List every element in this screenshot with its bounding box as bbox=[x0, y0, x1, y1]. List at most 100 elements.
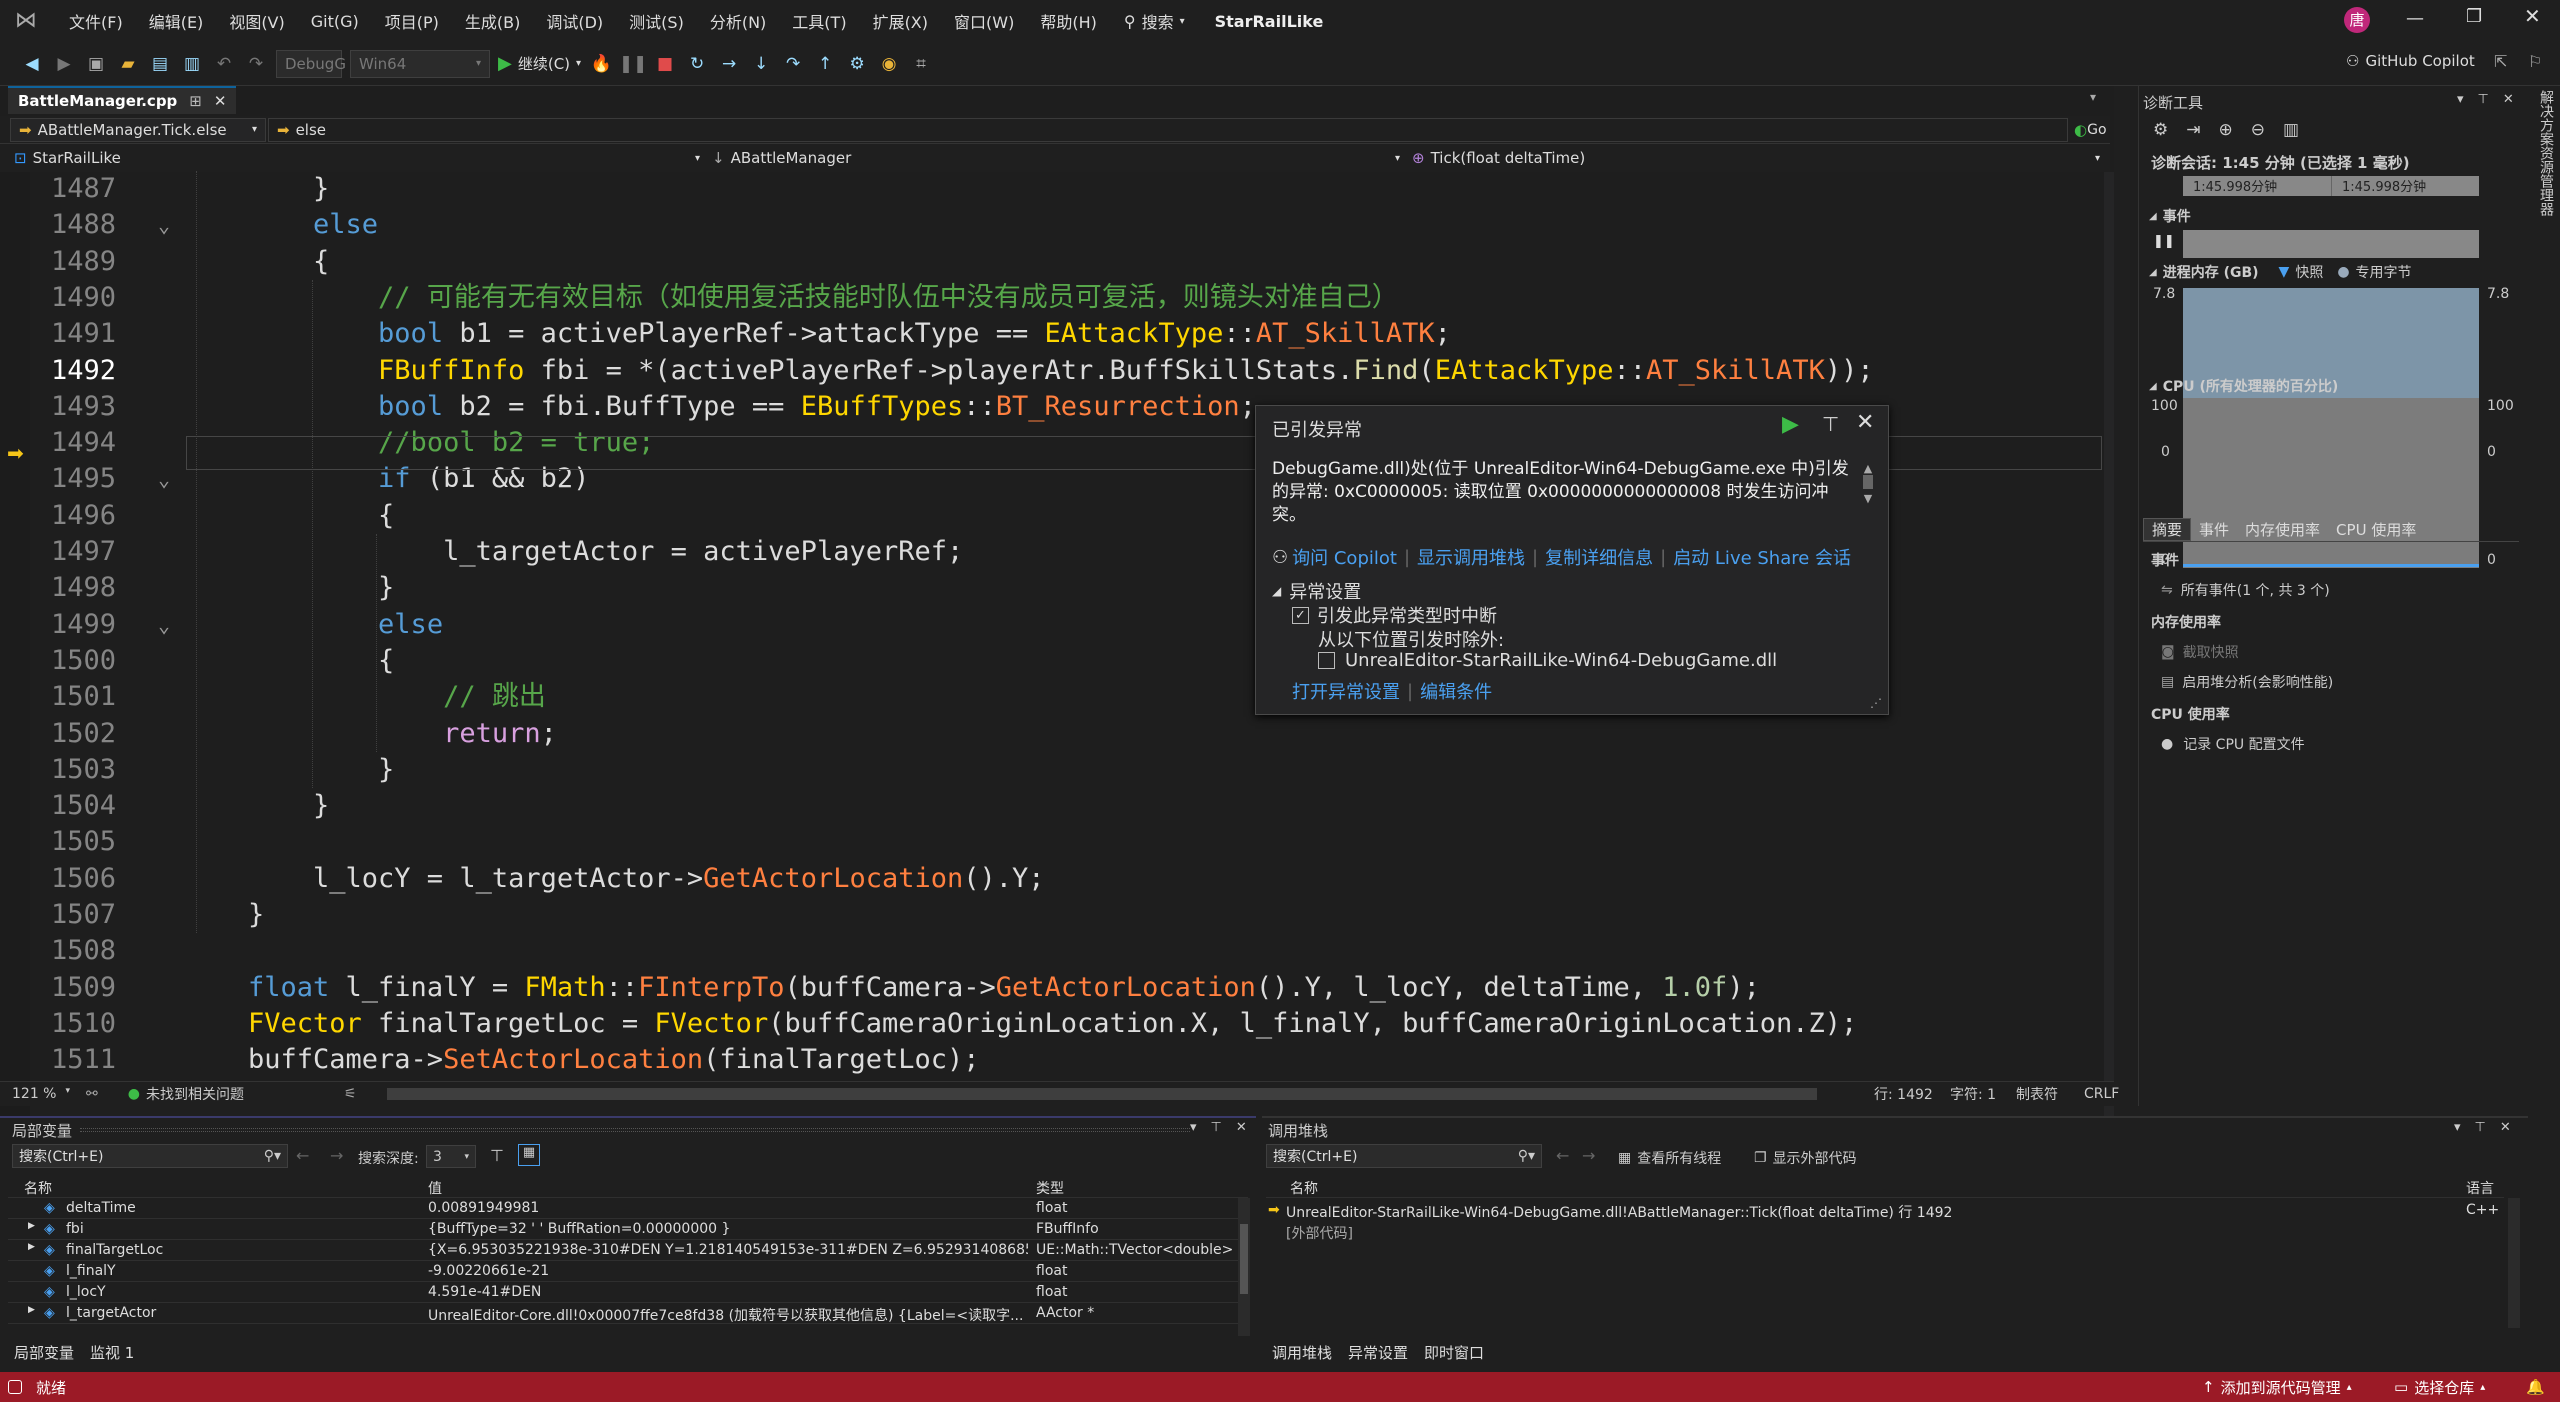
step-into-icon[interactable]: ↓ bbox=[749, 52, 773, 76]
locals-search-input[interactable]: 搜索(Ctrl+E) ⚲▾ bbox=[12, 1144, 288, 1168]
pin-icon[interactable]: ⊤ bbox=[1822, 412, 1839, 436]
code-line[interactable]: 1505 bbox=[0, 824, 2100, 860]
open-icon[interactable]: ▰ bbox=[116, 52, 140, 76]
expand-icon[interactable]: ▶ bbox=[28, 1242, 35, 1252]
show-external-code-button[interactable]: ❐ 显示外部代码 bbox=[1754, 1148, 1857, 1168]
continue-icon[interactable]: ▶ bbox=[1782, 412, 1799, 437]
bookmark-icon[interactable]: ⌗ bbox=[909, 52, 933, 76]
go-icon[interactable]: ◐ bbox=[2074, 121, 2087, 139]
code-line[interactable]: 1487 } bbox=[0, 171, 2100, 207]
callstack-search-input[interactable]: 搜索(Ctrl+E) ⚲▾ bbox=[1266, 1144, 1542, 1168]
menu-item-9[interactable]: 工具(T) bbox=[779, 9, 859, 33]
pin-icon[interactable]: ⊤ bbox=[2475, 1120, 2486, 1135]
pin-icon[interactable]: ⊤ bbox=[2478, 92, 2489, 107]
step-out-icon[interactable]: ↑ bbox=[813, 52, 837, 76]
breakpoint-icon[interactable]: ◉ bbox=[877, 52, 901, 76]
forward-icon[interactable]: → bbox=[1582, 1146, 1595, 1165]
redo-icon[interactable]: ↷ bbox=[244, 52, 268, 76]
events-graph-header[interactable]: ◢ 事件 bbox=[2149, 206, 2191, 226]
pause-icon[interactable]: ❚❚ bbox=[2153, 234, 2175, 249]
code-line[interactable]: 1490 // 可能有无有效目标（如使用复活技能时队伍中没有成员可复活，则镜头对… bbox=[0, 280, 2100, 316]
undo-icon[interactable]: ↶ bbox=[212, 52, 236, 76]
diag-tab-3[interactable]: CPU 使用率 bbox=[2328, 519, 2424, 540]
method-dropdown[interactable]: ⊕ Tick(float deltaTime) ▾ bbox=[1400, 149, 2100, 167]
table-row[interactable]: ➡ UnrealEditor-StarRailLike-Win64-DebugGa… bbox=[1266, 1200, 2504, 1221]
chevron-down-icon[interactable]: ▾ bbox=[2457, 92, 2464, 107]
break-all-icon[interactable]: ❚❚ bbox=[619, 52, 648, 76]
diag-tab-2[interactable]: 内存使用率 bbox=[2237, 519, 2328, 540]
chevron-down-icon[interactable]: ▾ bbox=[2454, 1120, 2461, 1135]
platform-select[interactable]: Win64 ▾ bbox=[350, 49, 490, 78]
fold-toggle-icon[interactable]: ⌄ bbox=[155, 207, 173, 243]
menu-item-8[interactable]: 分析(N) bbox=[697, 9, 779, 33]
back-icon[interactable]: ← bbox=[296, 1146, 309, 1165]
menu-item-11[interactable]: 窗口(W) bbox=[941, 9, 1027, 33]
chevron-down-icon[interactable]: ▾ bbox=[1190, 1120, 1197, 1135]
project-dropdown[interactable]: ⊡ StarRailLike ▾ bbox=[0, 149, 700, 167]
menu-item-2[interactable]: 视图(V) bbox=[216, 9, 297, 33]
code-line[interactable]: 1507} bbox=[0, 897, 2100, 933]
diagnostics-icon[interactable]: ⚙ bbox=[845, 52, 869, 76]
scope-item[interactable]: ➡ else bbox=[268, 117, 2068, 142]
line-indicator[interactable]: 行: 1492 bbox=[1874, 1084, 1933, 1104]
forward-icon[interactable]: ▶ bbox=[52, 52, 76, 76]
intellicode-icon[interactable]: ⚯ bbox=[86, 1086, 98, 1102]
vertical-scrollbar[interactable] bbox=[2104, 172, 2114, 1162]
cpu-graph-header[interactable]: ◢ CPU (所有处理器的百分比) bbox=[2149, 376, 2338, 396]
code-line[interactable]: 1502 return; bbox=[0, 716, 2100, 752]
memory-graph-header[interactable]: ◢ 进程内存 (GB) ▼ 快照 ● 专用字节 bbox=[2149, 262, 2412, 282]
table-row[interactable]: [外部代码] bbox=[1266, 1221, 2504, 1242]
open-exception-settings-link[interactable]: 打开异常设置 bbox=[1292, 678, 1400, 704]
close-button[interactable]: ✕ bbox=[2524, 4, 2541, 28]
tab-battlemanager-cpp[interactable]: BattleManager.cpp ⊞ ✕ bbox=[8, 86, 237, 114]
table-row[interactable]: ▶ ◈ l_targetActor UnrealEditor-Core.dll!0x0… bbox=[8, 1303, 1238, 1324]
hot-reload-icon[interactable]: 🔥 bbox=[589, 52, 613, 76]
record-cpu-button[interactable]: ● 记录 CPU 配置文件 bbox=[2161, 734, 2305, 754]
diag-tab-0[interactable]: 摘要 bbox=[2143, 518, 2192, 541]
pin-icon[interactable]: ⊤ bbox=[1211, 1120, 1222, 1135]
close-icon[interactable]: ✕ bbox=[2503, 92, 2514, 107]
menu-item-1[interactable]: 编辑(E) bbox=[136, 9, 217, 33]
settings-icon[interactable]: ⚙ bbox=[2153, 120, 2168, 140]
fold-toggle-icon[interactable]: ⌄ bbox=[155, 607, 173, 643]
code-line[interactable]: 1488 ⌄ else bbox=[0, 207, 2100, 243]
menu-item-5[interactable]: 生成(B) bbox=[452, 9, 533, 33]
depth-select[interactable]: 3 ▾ bbox=[426, 1145, 476, 1168]
menu-item-10[interactable]: 扩展(X) bbox=[860, 9, 941, 33]
expand-icon[interactable]: ▶ bbox=[28, 1305, 35, 1315]
save-icon[interactable]: ▤ bbox=[148, 52, 172, 76]
copy-details-link[interactable]: 复制详细信息 bbox=[1545, 544, 1653, 570]
search-button[interactable]: ⚲ 搜索 ▾ bbox=[1124, 9, 1185, 33]
callstack-tab-2[interactable]: 即时窗口 bbox=[1416, 1342, 1492, 1363]
filter-icon[interactable]: ⊤ bbox=[490, 1146, 504, 1165]
code-line[interactable]: 1492 FBuffInfo fbi = *(activePlayerRef->… bbox=[0, 353, 2100, 389]
take-snapshot-button[interactable]: ◙ 截取快照 bbox=[2161, 642, 2239, 662]
new-project-icon[interactable]: ▣ bbox=[84, 52, 108, 76]
restart-icon[interactable]: ↻ bbox=[685, 52, 709, 76]
exception-settings-header[interactable]: ◢ 异常设置 bbox=[1272, 578, 1361, 604]
callstack-tab-0[interactable]: 调用堆栈 bbox=[1264, 1342, 1340, 1363]
menu-item-0[interactable]: 文件(F) bbox=[56, 9, 136, 33]
step-over-icon[interactable]: ↷ bbox=[781, 52, 805, 76]
callstack-tab-1[interactable]: 异常设置 bbox=[1340, 1342, 1416, 1363]
liveshare-link[interactable]: 启动 Live Share 会话 bbox=[1673, 544, 1851, 570]
graph-icon[interactable]: ▥ bbox=[2283, 120, 2299, 140]
view-all-threads-button[interactable]: ▦ 查看所有线程 bbox=[1618, 1148, 1721, 1168]
eol-indicator[interactable]: CRLF bbox=[2084, 1086, 2119, 1102]
code-line[interactable]: 1508 bbox=[0, 933, 2100, 969]
code-line[interactable]: 1504 } bbox=[0, 788, 2100, 824]
code-line[interactable]: 1509 float l_finalY = FMath::FInterpTo(bu… bbox=[0, 970, 2100, 1006]
table-row[interactable]: ◈ l_locY 4.591e-41#DEN float bbox=[8, 1282, 1238, 1303]
solution-explorer-side-tab[interactable]: 解决方案资源管理器 bbox=[2526, 86, 2556, 286]
tab-indicator[interactable]: 制表符 bbox=[2016, 1084, 2058, 1104]
zoom-select[interactable]: 121 % ▾ bbox=[0, 1086, 76, 1102]
heap-analysis-toggle[interactable]: ▤ 启用堆分析(会影响性能) bbox=[2161, 672, 2333, 692]
restore-button[interactable]: ❐ bbox=[2466, 6, 2482, 27]
zoom-in-icon[interactable]: ⊕ bbox=[2219, 120, 2233, 140]
close-icon[interactable]: ✕ bbox=[1856, 410, 1874, 435]
char-indicator[interactable]: 字符: 1 bbox=[1950, 1084, 1996, 1104]
minimize-button[interactable]: — bbox=[2406, 8, 2424, 29]
issues-status[interactable]: 未找到相关问题 bbox=[146, 1084, 244, 1104]
locals-tab-1[interactable]: 监视 1 bbox=[82, 1342, 142, 1363]
class-dropdown[interactable]: ↓ ABattleManager ▾ bbox=[700, 149, 1400, 167]
